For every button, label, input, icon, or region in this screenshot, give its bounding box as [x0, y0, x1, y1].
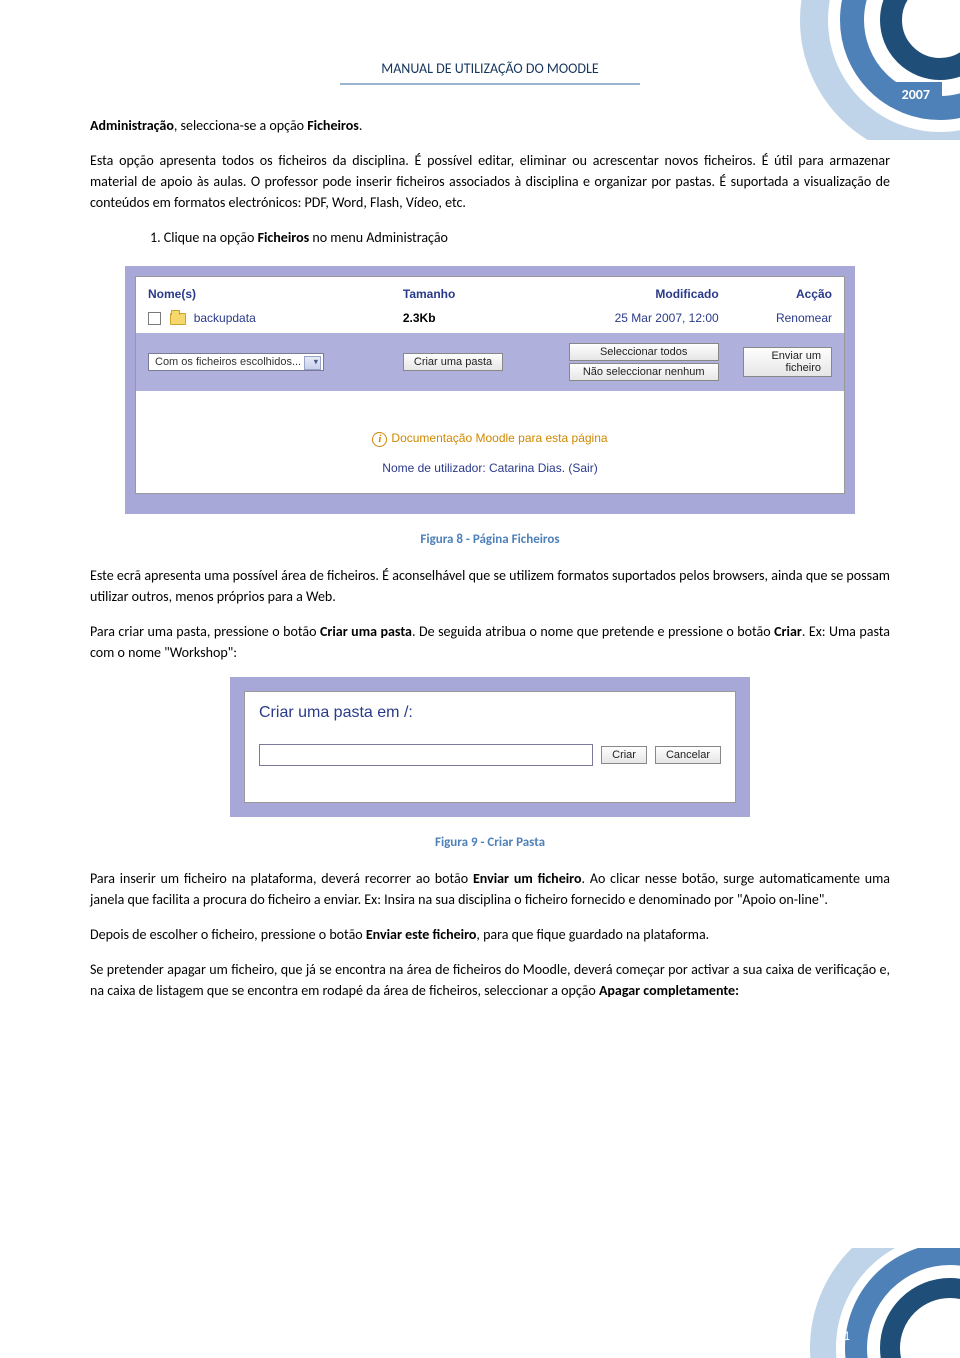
moodle-doc-link[interactable]: Documentação Moodle para esta página — [391, 431, 607, 445]
intro-admin-bold: Administração — [90, 117, 174, 134]
step1-suffix: no menu Administração — [309, 229, 448, 246]
intro-line: Administração, selecciona-se a opção Fic… — [90, 115, 890, 136]
col-size: Tamanho — [391, 277, 518, 307]
actions-row: Com os ficheiros escolhidos... Criar uma… — [136, 333, 844, 391]
paragraph-4: Para inserir um ficheiro na plataforma, … — [90, 868, 890, 910]
paragraph-5: Depois de escolher o ficheiro, pressione… — [90, 924, 890, 945]
folder-name-input[interactable] — [259, 744, 593, 766]
create-folder-title: Criar uma pasta em /: — [259, 704, 721, 722]
p3-mid: . De seguida atribua o nome que pretende… — [412, 623, 774, 640]
step-1: 1. Clique na opção Ficheiros no menu Adm… — [150, 227, 890, 248]
table-row: backupdata 2.3Kb 25 Mar 2007, 12:00 Reno… — [136, 307, 844, 333]
p5-p1: Depois de escolher o ficheiro, pressione… — [90, 926, 366, 943]
files-panel: Nome(s) Tamanho Modificado Acção backupd… — [125, 266, 855, 514]
file-name-link[interactable]: backupdata — [194, 311, 256, 325]
intro-period: . — [359, 117, 363, 134]
info-icon: i — [372, 432, 387, 447]
p5-p2: , para que fique guardado na plataforma. — [476, 926, 709, 943]
p3-prefix: Para criar uma pasta, pressione o botão — [90, 623, 320, 640]
p4-b1: Enviar um ficheiro — [473, 870, 582, 887]
p4-p1: Para inserir um ficheiro na plataforma, … — [90, 870, 473, 887]
row-checkbox[interactable] — [148, 312, 161, 325]
col-modified: Modificado — [518, 277, 730, 307]
file-size: 2.3Kb — [403, 311, 436, 325]
figure-9-caption: Figura 9 - Criar Pasta — [90, 835, 890, 850]
col-name: Nome(s) — [136, 277, 391, 307]
upload-file-button[interactable]: Enviar um ficheiro — [743, 347, 832, 377]
intro-rest: , selecciona-se a opção — [174, 117, 307, 134]
paragraph-2: Este ecrã apresenta uma possível área de… — [90, 565, 890, 607]
intro-fich-bold: Ficheiros — [307, 117, 359, 134]
figure-8-caption: Figura 8 - Página Ficheiros — [90, 532, 890, 547]
footer-decoration — [760, 1248, 960, 1358]
cancel-button[interactable]: Cancelar — [655, 746, 721, 764]
step1-prefix: 1. Clique na opção — [150, 229, 258, 246]
user-line: Nome de utilizador: Catarina Dias. (Sair… — [136, 461, 844, 493]
p6-b1: Apagar completamente: — [599, 982, 739, 999]
p5-b1: Enviar este ficheiro — [366, 926, 477, 943]
user-line-suffix: ) — [594, 461, 598, 475]
create-folder-button[interactable]: Criar uma pasta — [403, 353, 503, 371]
title-underline — [340, 83, 640, 85]
bulk-action-select[interactable]: Com os ficheiros escolhidos... — [148, 353, 324, 371]
create-folder-panel: Criar uma pasta em /: Criar Cancelar — [230, 677, 750, 817]
page-number: 11 — [837, 1329, 850, 1344]
table-header-row: Nome(s) Tamanho Modificado Acção — [136, 277, 844, 307]
file-modified: 25 Mar 2007, 12:00 — [615, 311, 719, 325]
p3-b2: Criar — [774, 623, 802, 640]
select-none-button[interactable]: Não seleccionar nenhum — [569, 363, 719, 381]
paragraph-1: Esta opção apresenta todos os ficheiros … — [90, 150, 890, 213]
paragraph-3: Para criar uma pasta, pressione o botão … — [90, 621, 890, 663]
col-action: Acção — [731, 277, 844, 307]
folder-icon — [170, 313, 186, 325]
document-title: MANUAL DE UTILIZAÇÃO DO MOODLE — [90, 60, 890, 77]
logout-link[interactable]: Sair — [572, 461, 593, 475]
step1-bold: Ficheiros — [258, 229, 310, 246]
p3-b1: Criar uma pasta — [320, 623, 412, 640]
user-line-prefix: Nome de utilizador: Catarina Dias. ( — [382, 461, 572, 475]
paragraph-6: Se pretender apagar um ficheiro, que já … — [90, 959, 890, 1001]
rename-link[interactable]: Renomear — [776, 311, 832, 325]
year-badge: 2007 — [890, 82, 942, 107]
select-all-button[interactable]: Seleccionar todos — [569, 343, 719, 361]
create-button[interactable]: Criar — [601, 746, 647, 764]
p6-p1: Se pretender apagar um ficheiro, que já … — [90, 961, 890, 999]
